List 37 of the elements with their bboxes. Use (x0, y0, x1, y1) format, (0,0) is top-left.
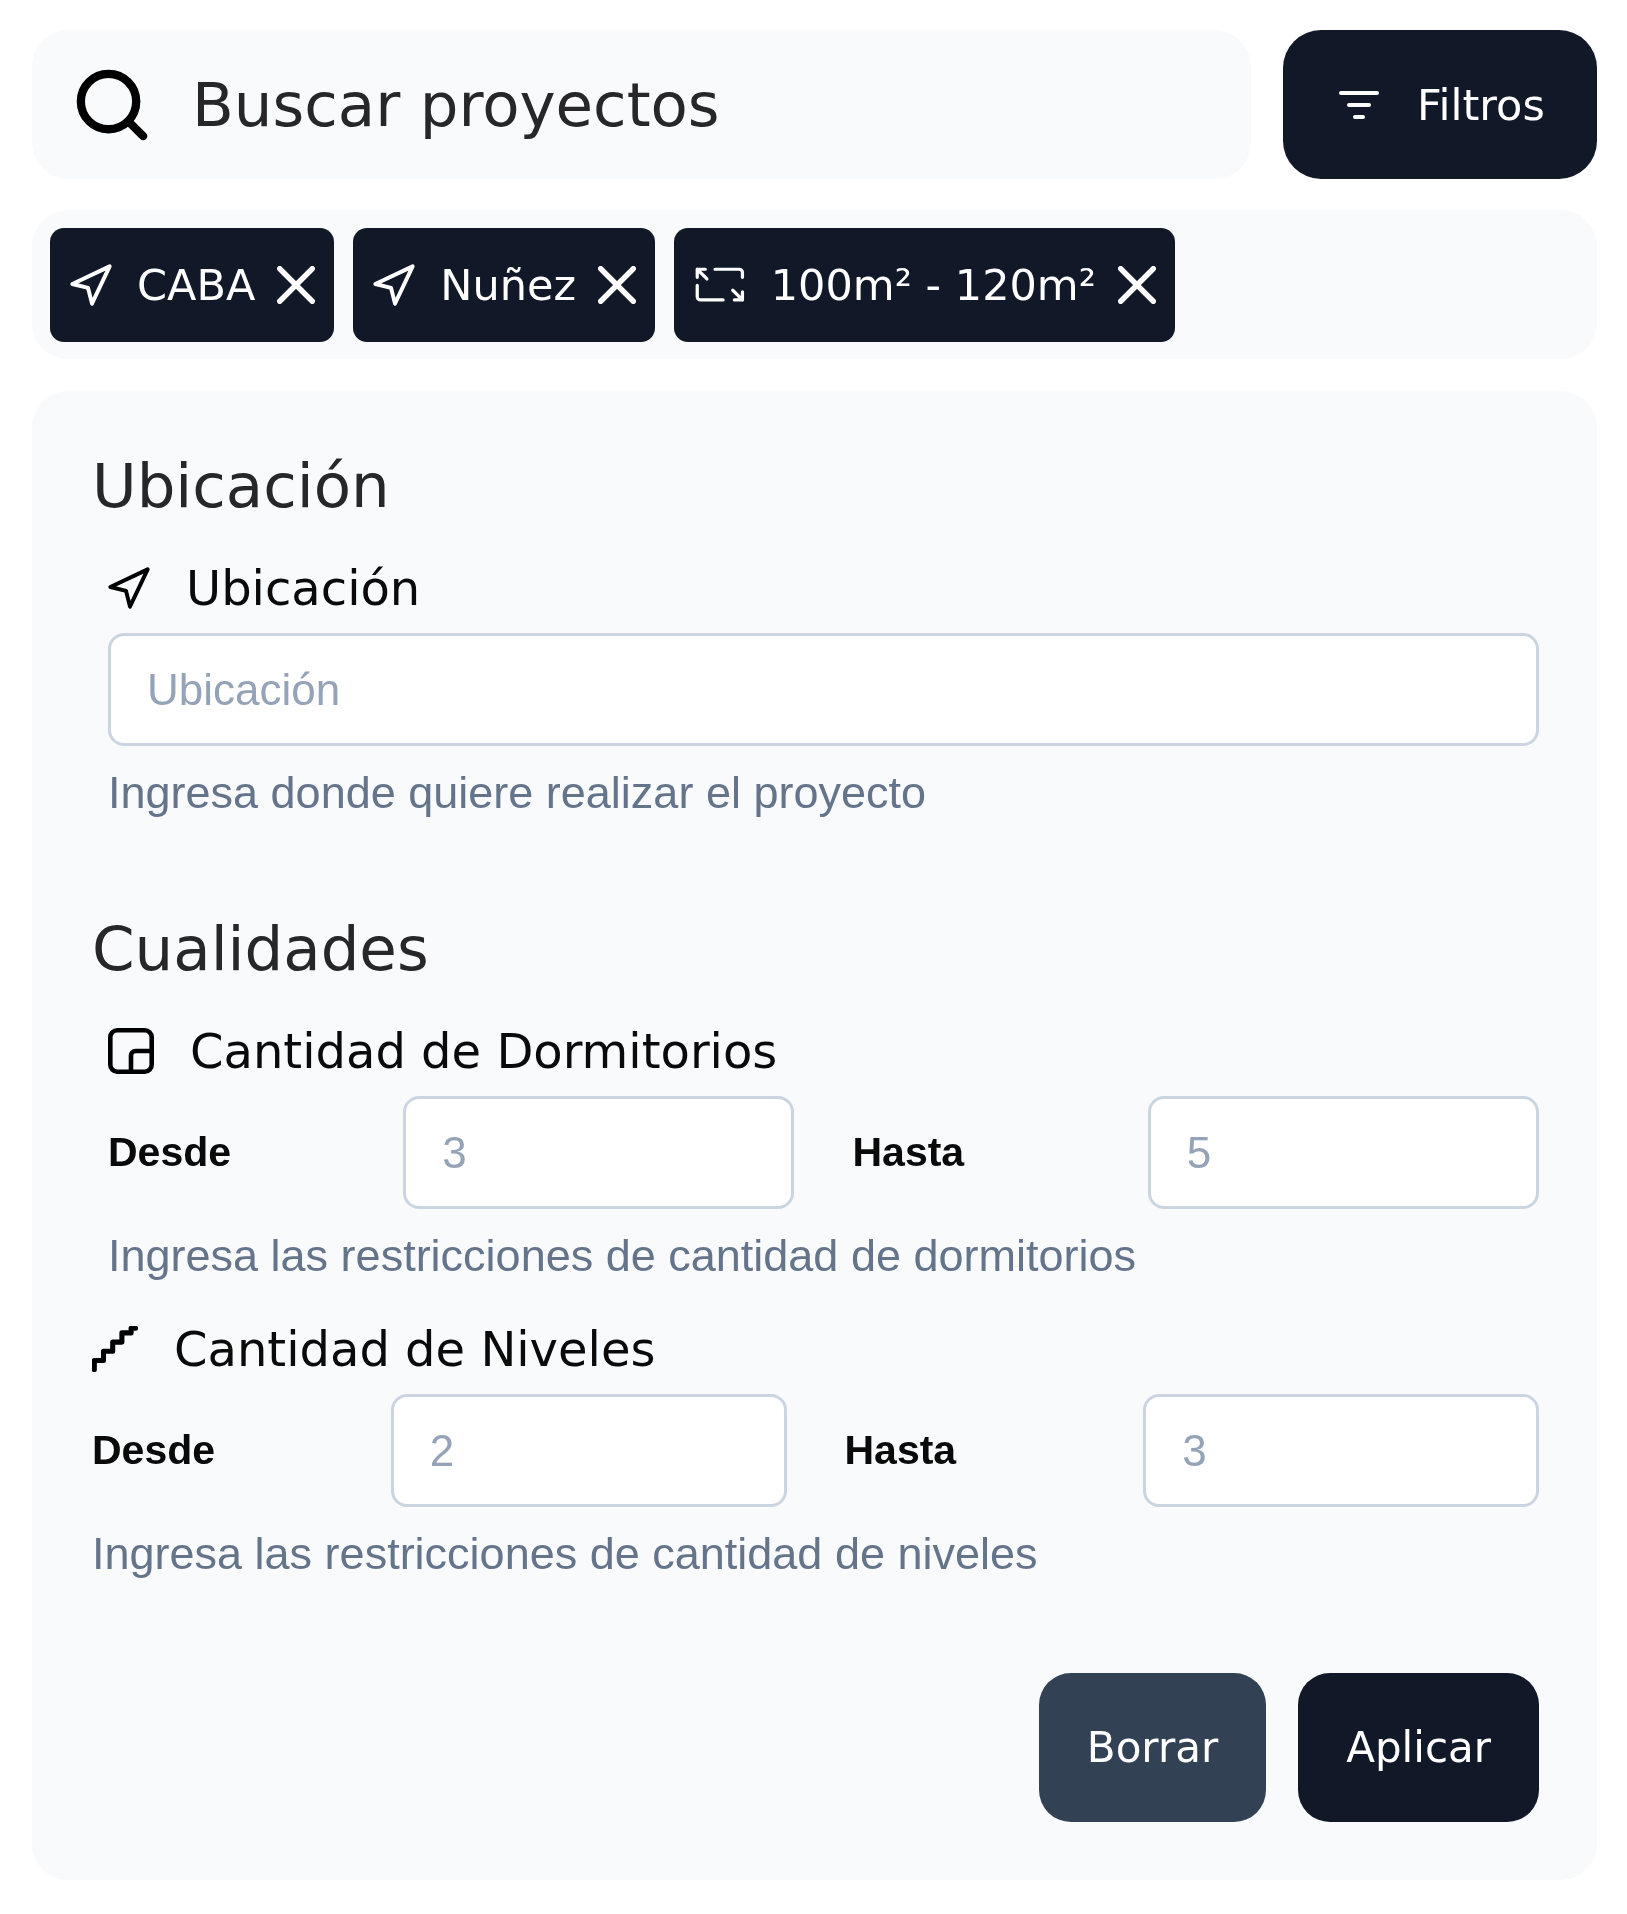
close-icon (1118, 265, 1156, 304)
location-input[interactable]: Ubicación (108, 633, 1539, 747)
field-label: Cantidad de Niveles (174, 1321, 656, 1378)
range-to-input[interactable]: 3 (1143, 1394, 1539, 1508)
navigation-arrow-icon (373, 263, 416, 306)
remove-filter-button[interactable] (598, 265, 637, 304)
filter-chip-label: 100m² - 120m² (770, 259, 1096, 310)
close-icon (598, 265, 637, 304)
navigation-arrow-icon (108, 567, 150, 610)
range-label: Hasta (852, 1129, 966, 1177)
navigation-arrow-icon (70, 263, 112, 306)
field-hint: Ingresa las restricciones de cantidad de dormitorios (108, 1229, 1137, 1284)
floor-plan-icon (108, 1028, 154, 1075)
filter-chip-label: CABA (137, 259, 256, 310)
apply-button[interactable]: Aplicar (1298, 1673, 1539, 1823)
search-icon (76, 68, 148, 141)
remove-filter-button[interactable] (277, 265, 316, 304)
clear-button[interactable]: Borrar (1038, 1673, 1267, 1823)
range-label: Desde (92, 1427, 217, 1475)
range-from-input[interactable]: 2 (390, 1394, 787, 1508)
range-label: Desde (108, 1129, 233, 1177)
filter-icon (1339, 90, 1379, 119)
field-label: Cantidad de Dormitorios (190, 1023, 778, 1080)
section-title: Cualidades (92, 912, 430, 986)
field-hint: Ingresa las restricciones de cantidad de niveles (92, 1527, 1039, 1582)
filter-chip-label: Nuñez (440, 259, 577, 310)
resize-arrows-icon (694, 265, 746, 304)
close-icon (277, 265, 316, 304)
field-hint: Ingresa donde quiere realizar el proyecto (108, 766, 927, 821)
stairs-icon (92, 1326, 138, 1373)
field-label: Ubicación (186, 560, 421, 617)
remove-filter-button[interactable] (1118, 265, 1156, 304)
range-from-input[interactable]: 3 (403, 1096, 795, 1210)
filters-button[interactable]: Filtros (1283, 30, 1597, 179)
section-title: Ubicación (92, 449, 391, 523)
range-to-input[interactable]: 5 (1147, 1096, 1539, 1210)
range-label: Hasta (844, 1427, 958, 1475)
